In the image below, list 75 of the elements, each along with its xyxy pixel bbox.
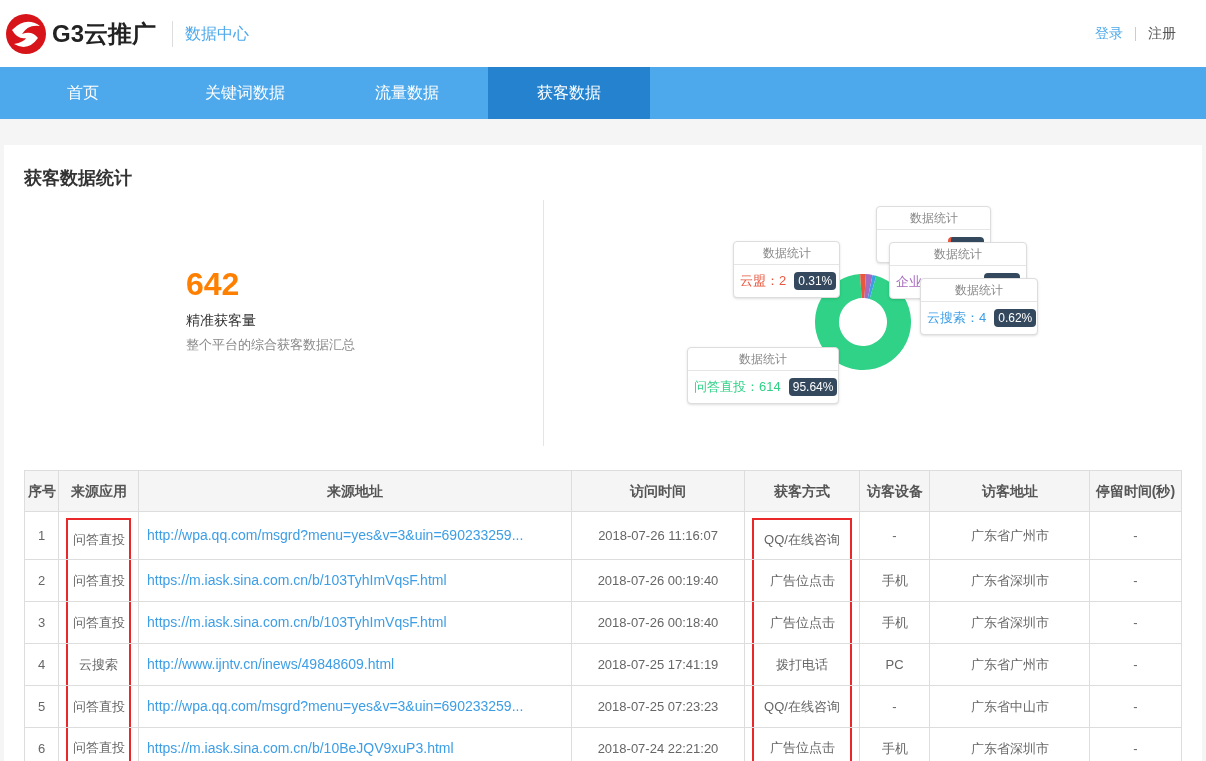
table-cell: - bbox=[1133, 740, 1138, 756]
total-description: 整个平台的综合获客数据汇总 bbox=[186, 336, 356, 354]
table-cell: 2018-07-26 11:16:07 bbox=[598, 527, 718, 543]
table-cell: 手机 bbox=[881, 614, 908, 630]
table-cell: 广东省广州市 bbox=[970, 656, 1049, 672]
total-label: 精准获客量 bbox=[186, 311, 257, 330]
column-header: 获客方式 bbox=[744, 470, 860, 512]
table-cell: 2 bbox=[37, 572, 46, 588]
column-header: 访问时间 bbox=[571, 470, 745, 512]
table-cell: 问答直投 bbox=[66, 686, 131, 727]
table-cell: 6 bbox=[37, 740, 46, 756]
table-cell: 问答直投 bbox=[66, 518, 131, 559]
table-cell: - bbox=[1133, 656, 1138, 672]
table-cell: 2018-07-24 22:21:20 bbox=[597, 740, 719, 756]
table-cell: QQ/在线咨询 bbox=[752, 686, 852, 727]
table-cell: - bbox=[1133, 572, 1138, 588]
table-cell: 2018-07-25 07:23:23 bbox=[597, 698, 719, 714]
table-cell: 2018-07-25 17:41:19 bbox=[597, 656, 719, 672]
percent-badge: 0.31% bbox=[794, 272, 837, 290]
card-title: 获客数据统计 bbox=[24, 167, 133, 190]
table-cell: 广告位点击 bbox=[752, 560, 852, 601]
column-header: 访客地址 bbox=[929, 470, 1090, 512]
table-cell: - bbox=[892, 698, 897, 714]
table-cell: - bbox=[1133, 698, 1138, 714]
table-cell: 广东省深圳市 bbox=[970, 572, 1049, 588]
column-header: 访客设备 bbox=[859, 470, 930, 512]
section-title: 数据中心 bbox=[185, 23, 249, 44]
percent-badge: 95.64% bbox=[788, 378, 838, 396]
table-cell: 1 bbox=[37, 527, 46, 543]
column-header: 来源地址 bbox=[138, 470, 572, 512]
logo-text: G3云推广 bbox=[52, 18, 156, 49]
table-cell: 手机 bbox=[881, 572, 908, 588]
tooltip-title: 数据统计 bbox=[877, 207, 990, 230]
tooltip-title: 数据统计 bbox=[890, 243, 1026, 266]
tooltip-label: 企业 bbox=[896, 273, 922, 292]
nav-tab[interactable]: 首页 bbox=[2, 67, 164, 119]
tooltip-label: 云盟：2 bbox=[740, 272, 787, 291]
column-header: 停留时间(秒) bbox=[1089, 470, 1182, 512]
column-header: 来源应用 bbox=[58, 470, 139, 512]
table-cell: 问答直投 bbox=[66, 560, 131, 601]
tooltip-title: 数据统计 bbox=[688, 348, 838, 371]
table-cell: 2018-07-26 00:18:40 bbox=[597, 614, 719, 630]
column-header: 序号 bbox=[24, 470, 59, 512]
percent-badge: 0.62% bbox=[994, 309, 1037, 327]
table-cell: 广东省深圳市 bbox=[970, 740, 1049, 756]
nav-tab[interactable]: 获客数据 bbox=[488, 67, 650, 119]
table-cell: 3 bbox=[37, 614, 46, 630]
table-cell: 广告位点击 bbox=[752, 728, 852, 761]
table-cell: - bbox=[1133, 614, 1138, 630]
table-cell: PC bbox=[885, 656, 904, 672]
table-cell: 拨打电话 bbox=[752, 644, 852, 685]
table-cell: 问答直投 bbox=[66, 728, 131, 761]
table-cell: 广东省深圳市 bbox=[970, 614, 1049, 630]
table-cell: 手机 bbox=[881, 740, 908, 756]
logo-icon bbox=[4, 11, 48, 56]
nav-tab[interactable]: 关键词数据 bbox=[164, 67, 326, 119]
table-cell: 问答直投 bbox=[66, 602, 131, 643]
nav-tab[interactable]: 流量数据 bbox=[326, 67, 488, 119]
table-cell: 广告位点击 bbox=[752, 602, 852, 643]
table-cell: 广东省广州市 bbox=[970, 527, 1049, 543]
tooltip-label: 云搜索：4 bbox=[927, 309, 987, 328]
total-count: 642 bbox=[186, 265, 241, 304]
table-cell: 5 bbox=[37, 698, 46, 714]
table-cell: - bbox=[1133, 527, 1138, 543]
table-cell: 广东省中山市 bbox=[970, 698, 1049, 714]
table-cell: QQ/在线咨询 bbox=[752, 518, 852, 559]
table-cell: 2018-07-26 00:19:40 bbox=[597, 572, 719, 588]
login-link[interactable]: 登录 bbox=[1095, 23, 1123, 44]
register-link[interactable]: 注册 bbox=[1148, 23, 1176, 44]
tooltip-title: 数据统计 bbox=[734, 242, 839, 265]
table-cell: 云搜索 bbox=[66, 644, 131, 685]
tooltip-title: 数据统计 bbox=[921, 279, 1037, 302]
table-cell: - bbox=[892, 527, 897, 543]
tooltip-label: 问答直投：614 bbox=[694, 378, 781, 397]
table-cell: 4 bbox=[37, 656, 46, 672]
